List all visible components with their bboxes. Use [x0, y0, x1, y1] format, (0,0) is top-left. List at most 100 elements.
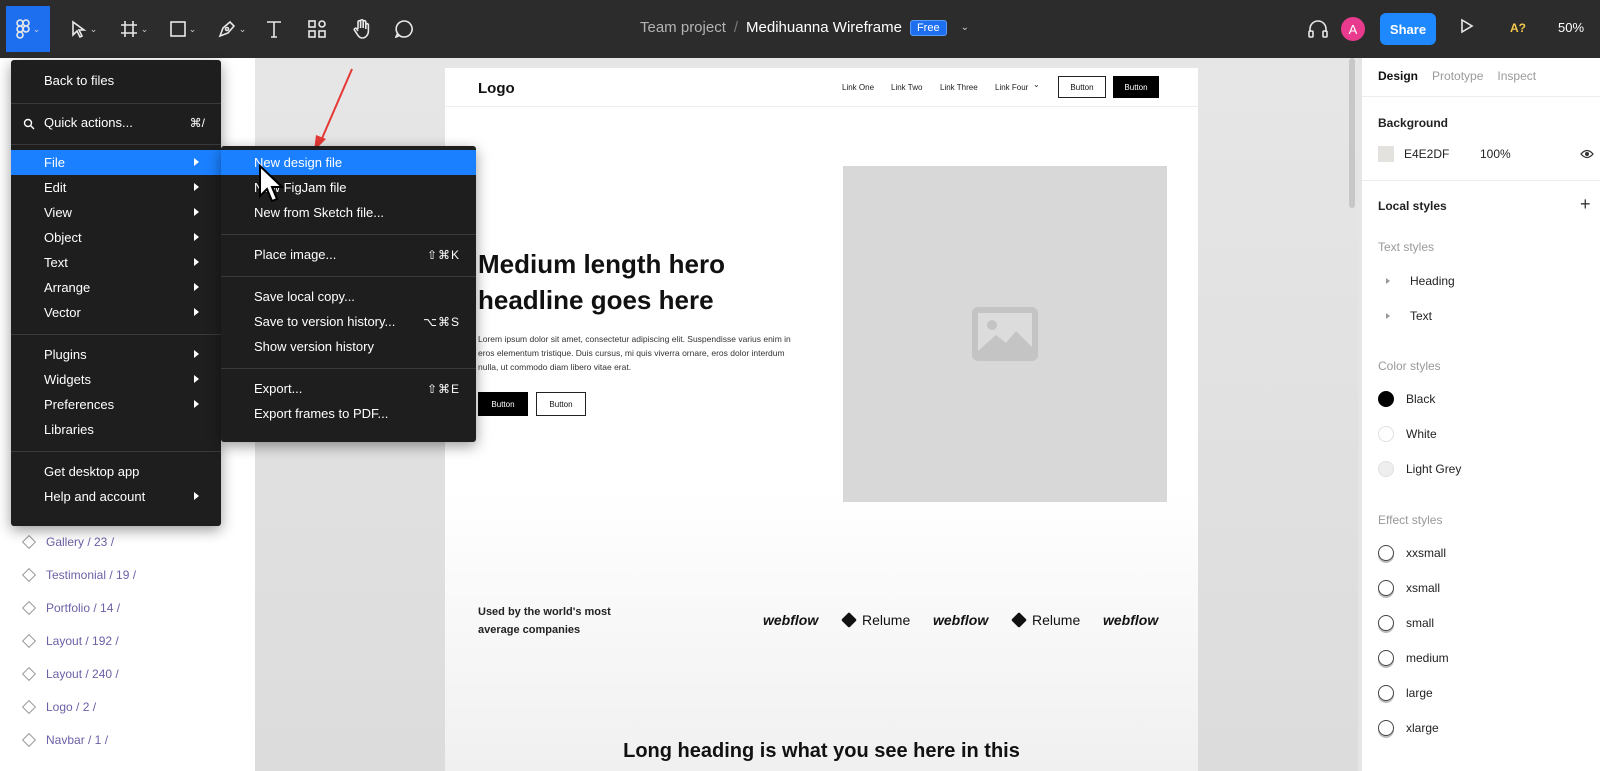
color-style-black[interactable]: Black: [1378, 391, 1435, 407]
menu-item-place-image[interactable]: Place image... ⇧⌘K: [221, 242, 476, 267]
frame-hero-headline: Medium length hero headline goes here: [478, 249, 725, 315]
menu-item-plugins[interactable]: Plugins: [11, 342, 221, 367]
layer-item[interactable]: Logo / 2 /: [21, 699, 96, 715]
style-item-text[interactable]: Text: [1378, 309, 1432, 323]
frame-tool-button[interactable]: ⌄: [116, 9, 152, 49]
layer-item[interactable]: Layout / 240 /: [21, 666, 119, 682]
background-color-row[interactable]: E4E2DF 100%: [1378, 146, 1511, 162]
add-style-plus-icon[interactable]: +: [1580, 194, 1591, 215]
color-style-white[interactable]: White: [1378, 426, 1437, 442]
effect-style-item[interactable]: medium: [1378, 650, 1449, 666]
background-opacity[interactable]: 100%: [1480, 147, 1511, 161]
component-diamond-icon: [21, 567, 37, 583]
audio-button[interactable]: [1305, 9, 1331, 49]
layer-item[interactable]: Navbar / 1 /: [21, 732, 108, 748]
menu-item-help-and-account[interactable]: Help and account: [11, 484, 221, 509]
move-tool-button[interactable]: ⌄: [66, 9, 102, 49]
layer-item[interactable]: Layout / 192 /: [21, 633, 119, 649]
layer-item[interactable]: Portfolio / 14 /: [21, 600, 120, 616]
menu-item-text[interactable]: Text: [11, 250, 221, 275]
file-name[interactable]: Medihuanna Wireframe: [746, 19, 902, 36]
menu-item-file[interactable]: File: [11, 150, 221, 175]
menu-item-show-version-history[interactable]: Show version history: [221, 334, 476, 359]
rectangle-icon: [169, 21, 186, 37]
submenu-arrow-icon: [194, 208, 199, 216]
style-item-heading[interactable]: Heading: [1378, 274, 1455, 288]
eye-icon[interactable]: [1580, 149, 1594, 159]
menu-item-preferences[interactable]: Preferences: [11, 392, 221, 417]
toolbar: ⌄ ⌄ ⌄ ⌄ ⌄ Team project / Medihuanna Wire…: [0, 0, 1600, 58]
shape-tool-button[interactable]: ⌄: [165, 9, 201, 49]
background-swatch[interactable]: [1378, 146, 1394, 162]
chevron-down-icon[interactable]: ⌄: [961, 22, 969, 33]
effect-style-item[interactable]: xsmall: [1378, 580, 1440, 596]
menu-item-export-frames-to-pdf[interactable]: Export frames to PDF...: [221, 401, 476, 426]
comment-tool-button[interactable]: [392, 9, 416, 49]
effect-style-item[interactable]: xxsmall: [1378, 545, 1446, 561]
submenu-arrow-icon: [194, 283, 199, 291]
pen-tool-button[interactable]: ⌄: [214, 9, 250, 49]
avatar[interactable]: A: [1341, 17, 1365, 41]
menu-item-vector[interactable]: Vector: [11, 300, 221, 325]
menu-item-libraries[interactable]: Libraries: [11, 417, 221, 442]
menu-separator: [11, 144, 221, 145]
effect-shadow-icon: [1378, 545, 1394, 561]
shortcut-label: ⌥⌘S: [423, 314, 460, 329]
play-icon: [1461, 18, 1474, 34]
frame-hero-image-placeholder: [843, 166, 1167, 502]
canvas-scrollbar[interactable]: [1349, 58, 1355, 208]
wireframe-frame[interactable]: Logo Link One Link Two Link Three Link F…: [445, 68, 1198, 771]
frame-hero-button-solid: Button: [478, 392, 528, 416]
component-diamond-icon: [21, 633, 37, 649]
menu-item-object[interactable]: Object: [11, 225, 221, 250]
chevron-down-icon: ⌄: [188, 23, 197, 34]
menu-item-back-to-files[interactable]: Back to files: [11, 68, 221, 93]
component-diamond-icon: [21, 666, 37, 682]
shortcut-label: ⇧⌘E: [426, 381, 460, 396]
menu-item-widgets[interactable]: Widgets: [11, 367, 221, 392]
submenu-arrow-icon: [194, 158, 199, 166]
layer-item[interactable]: Testimonial / 19 /: [21, 567, 136, 583]
hand-tool-button[interactable]: [350, 9, 374, 49]
menu-item-save-to-version-history[interactable]: Save to version history... ⌥⌘S: [221, 309, 476, 334]
menu-item-save-local-copy[interactable]: Save local copy...: [221, 284, 476, 309]
effect-style-item[interactable]: small: [1378, 615, 1434, 631]
share-button[interactable]: Share: [1380, 13, 1436, 45]
present-button[interactable]: [1460, 18, 1474, 39]
background-section-title: Background: [1378, 116, 1449, 130]
pen-icon: [218, 20, 235, 38]
menu-item-view[interactable]: View: [11, 200, 221, 225]
shortcut-label: ⌘/: [189, 115, 205, 130]
team-name[interactable]: Team project: [640, 19, 726, 36]
accessibility-badge[interactable]: A?: [1510, 21, 1526, 35]
frame-hero-button-outline: Button: [536, 392, 586, 416]
background-hex[interactable]: E4E2DF: [1404, 147, 1480, 161]
effect-style-item[interactable]: xlarge: [1378, 720, 1439, 736]
frame-hero-body: Lorem ipsum dolor sit amet, consectetur …: [478, 334, 791, 372]
text-tool-button[interactable]: [262, 9, 286, 49]
frame-nav-button-outline: Button: [1058, 76, 1106, 98]
main-menu-button[interactable]: ⌄: [6, 6, 50, 52]
zoom-level[interactable]: 50%: [1558, 20, 1584, 35]
tab-design[interactable]: Design: [1378, 69, 1418, 83]
tab-prototype[interactable]: Prototype: [1432, 69, 1483, 83]
layer-item[interactable]: Gallery / 23 /: [21, 534, 114, 550]
frame-brand-logo: Relume: [841, 612, 910, 628]
chevron-down-icon: ⌄: [238, 23, 247, 34]
component-diamond-icon: [21, 600, 37, 616]
submenu-arrow-icon: [194, 183, 199, 191]
menu-item-arrange[interactable]: Arrange: [11, 275, 221, 300]
effect-style-item[interactable]: large: [1378, 685, 1433, 701]
effect-styles-label: Effect styles: [1378, 513, 1443, 527]
color-styles-label: Color styles: [1378, 359, 1441, 373]
menu-item-quick-actions[interactable]: Quick actions... ⌘/: [11, 110, 221, 135]
components-icon: [308, 20, 326, 38]
resources-button[interactable]: [305, 9, 329, 49]
chevron-down-icon: ⌄: [1033, 80, 1040, 89]
menu-item-export[interactable]: Export... ⇧⌘E: [221, 376, 476, 401]
menu-item-get-desktop-app[interactable]: Get desktop app: [11, 459, 221, 484]
tab-inspect[interactable]: Inspect: [1497, 69, 1536, 83]
menu-item-edit[interactable]: Edit: [11, 175, 221, 200]
color-style-light-grey[interactable]: Light Grey: [1378, 461, 1461, 477]
submenu-arrow-icon: [194, 350, 199, 358]
